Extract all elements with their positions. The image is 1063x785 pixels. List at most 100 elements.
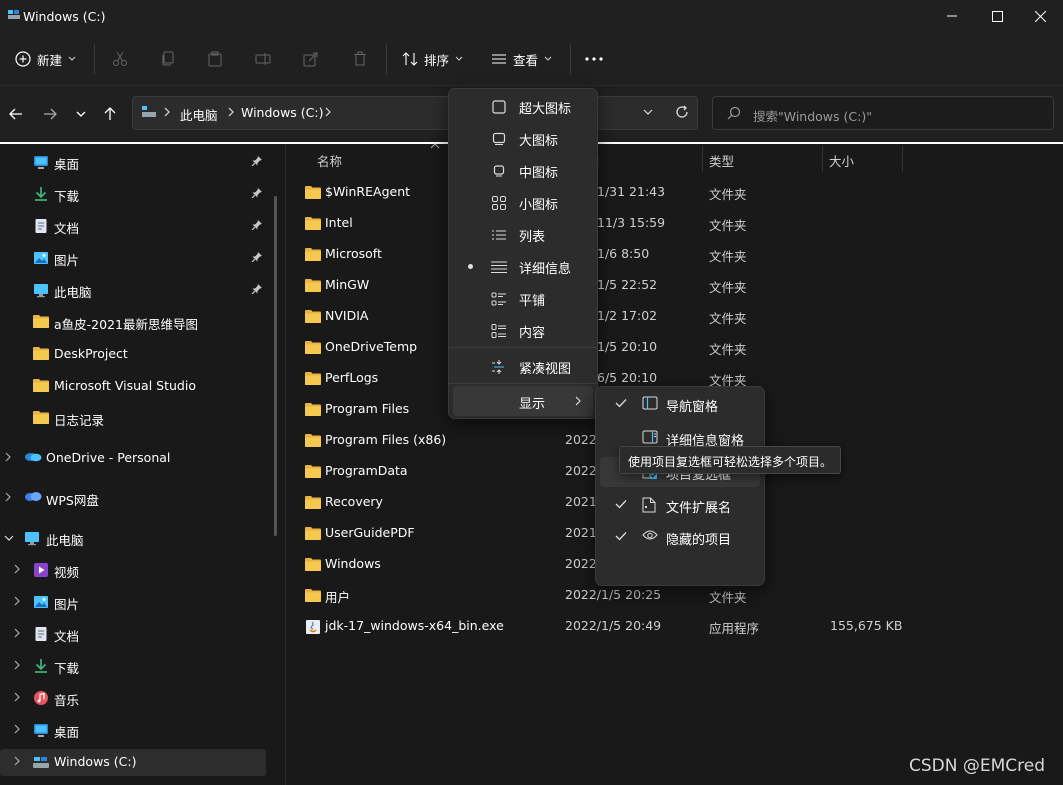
sidebar-item[interactable]: 此电脑	[0, 277, 268, 303]
menu-item-view-option[interactable]: 列表	[453, 219, 593, 249]
sidebar-item[interactable]: 音乐	[0, 685, 268, 711]
chevron-down-icon[interactable]	[4, 535, 14, 541]
close-button[interactable]	[1017, 0, 1063, 32]
sidebar-item[interactable]: 下载	[0, 653, 268, 679]
recent-locations-button[interactable]	[69, 100, 93, 128]
sidebar-item[interactable]: 视频	[0, 557, 268, 583]
file-row[interactable]: OneDriveTemp 1/5 20:10 文件夹	[300, 331, 1060, 362]
chevron-down-icon	[76, 111, 86, 118]
address-dropdown-icon[interactable]	[643, 109, 653, 116]
sidebar-item[interactable]: Microsoft Visual Studio	[0, 373, 268, 399]
menu-item-view-option[interactable]: 超大图标	[453, 91, 593, 121]
menu-item-show-option[interactable]: 文件扩展名	[600, 490, 760, 520]
refresh-icon[interactable]	[675, 105, 689, 119]
menu-item-view-option[interactable]: 小图标	[453, 187, 593, 217]
column-divider[interactable]	[702, 146, 703, 172]
file-name: Program Files (x86)	[325, 432, 447, 447]
sidebar-item-label: 此电脑	[54, 285, 92, 300]
minimize-button[interactable]	[929, 0, 975, 32]
chevron-down-icon	[544, 56, 552, 62]
sidebar-item[interactable]: 图片	[0, 245, 268, 271]
menu-item-view-option[interactable]: 内容	[453, 315, 593, 345]
column-divider[interactable]	[822, 146, 823, 172]
search-input[interactable]: 搜索"Windows (C:)"	[753, 106, 872, 125]
menu-item-show-option[interactable]: 隐藏的项目	[600, 522, 760, 552]
chevron-right-icon[interactable]	[5, 452, 11, 462]
chevron-right-icon[interactable]	[14, 660, 20, 670]
pin-icon[interactable]	[251, 283, 263, 295]
file-row[interactable]: Intel 11/3 15:59 文件夹	[300, 207, 1060, 238]
chevron-right-icon[interactable]	[14, 692, 20, 702]
menu-item-show-option[interactable]: 导航窗格	[600, 389, 760, 419]
chevron-right-icon[interactable]	[14, 596, 20, 606]
file-row[interactable]: $WinREAgent 1/31 21:43 文件夹	[300, 176, 1060, 207]
chevron-right-icon[interactable]	[14, 756, 20, 766]
sidebar-item[interactable]: 桌面	[0, 717, 268, 743]
sidebar-item[interactable]: OneDrive - Personal	[0, 445, 268, 471]
rename-button[interactable]	[252, 48, 274, 70]
menu-item-show[interactable]: 显示	[453, 386, 593, 416]
chevron-right-icon[interactable]	[14, 724, 20, 734]
up-button[interactable]	[98, 100, 122, 128]
file-row[interactable]: Microsoft 1/6 8:50 文件夹	[300, 238, 1060, 269]
menu-item-view-option[interactable]: 大图标	[453, 123, 593, 153]
pane-divider[interactable]	[285, 144, 286, 785]
videos-icon	[33, 562, 49, 578]
address-bar[interactable]: 此电脑 Windows (C:)	[132, 96, 698, 130]
sidebar-item-label: Windows (C:)	[54, 754, 137, 769]
menu-item-view-option[interactable]: 平铺	[453, 283, 593, 313]
sidebar-item[interactable]: a鱼皮-2021最新思维导图	[0, 309, 268, 335]
breadcrumb-this-pc[interactable]: 此电脑	[180, 105, 218, 124]
sidebar-item[interactable]: 日志记录	[0, 405, 268, 431]
sidebar-item[interactable]: 图片	[0, 589, 268, 615]
file-row[interactable]: NVIDIA 1/2 17:02 文件夹	[300, 300, 1060, 331]
column-header-type[interactable]: 类型	[709, 151, 734, 170]
sidebar-item[interactable]: WPS网盘	[0, 485, 268, 511]
command-bar: 新建 排序 查看	[0, 32, 1063, 86]
sidebar-item[interactable]: Windows (C:)	[0, 749, 268, 775]
forward-button[interactable]	[38, 100, 62, 128]
menu-item-view-option[interactable]: 中图标	[453, 155, 593, 185]
new-button[interactable]: 新建	[15, 44, 76, 74]
sidebar-item[interactable]: 文档	[0, 621, 268, 647]
sort-button[interactable]: 排序	[402, 44, 463, 74]
sort-ascending-icon	[430, 143, 440, 149]
cut-button[interactable]	[109, 48, 131, 70]
column-divider[interactable]	[902, 146, 903, 172]
column-header-name[interactable]: 名称	[317, 151, 342, 170]
pin-icon[interactable]	[251, 187, 263, 199]
back-button[interactable]	[4, 100, 28, 128]
breadcrumb-drive[interactable]: Windows (C:)	[241, 105, 323, 120]
sidebar-scrollbar[interactable]	[274, 196, 277, 536]
sidebar-item[interactable]: 桌面	[0, 149, 268, 175]
sidebar-item[interactable]: DeskProject	[0, 341, 268, 367]
search-box[interactable]: 搜索"Windows (C:)"	[712, 96, 1054, 130]
copy-button[interactable]	[157, 48, 179, 70]
checkmark-icon	[615, 398, 627, 408]
pin-icon[interactable]	[251, 155, 263, 167]
copy-icon	[160, 51, 176, 67]
chevron-right-icon[interactable]	[5, 492, 11, 502]
column-header-size[interactable]: 大小	[829, 151, 854, 170]
sidebar-item[interactable]: 下载	[0, 181, 268, 207]
pin-icon[interactable]	[251, 219, 263, 231]
selected-indicator-icon	[468, 264, 473, 269]
maximize-button[interactable]	[974, 0, 1020, 32]
file-extension-icon	[642, 497, 656, 513]
chevron-right-icon[interactable]	[14, 564, 20, 574]
delete-button[interactable]	[349, 48, 371, 70]
sidebar-item[interactable]: 此电脑	[0, 525, 268, 551]
menu-item-view-option[interactable]: 详细信息	[453, 251, 593, 281]
breadcrumb-chevron-icon	[164, 107, 170, 117]
menu-item-compact-view[interactable]: 紧凑视图	[453, 351, 593, 381]
chevron-right-icon[interactable]	[14, 628, 20, 638]
file-row[interactable]: jdk-17_windows-x64_bin.exe 2022/1/5 20:49…	[300, 610, 1060, 641]
new-label: 新建	[37, 52, 63, 68]
file-row[interactable]: MinGW 1/5 22:52 文件夹	[300, 269, 1060, 300]
paste-button[interactable]	[204, 48, 226, 70]
sidebar-item[interactable]: 文档	[0, 213, 268, 239]
view-button[interactable]: 查看	[491, 44, 552, 74]
pin-icon[interactable]	[251, 251, 263, 263]
more-options-button[interactable]	[583, 48, 605, 70]
share-button[interactable]	[300, 48, 322, 70]
